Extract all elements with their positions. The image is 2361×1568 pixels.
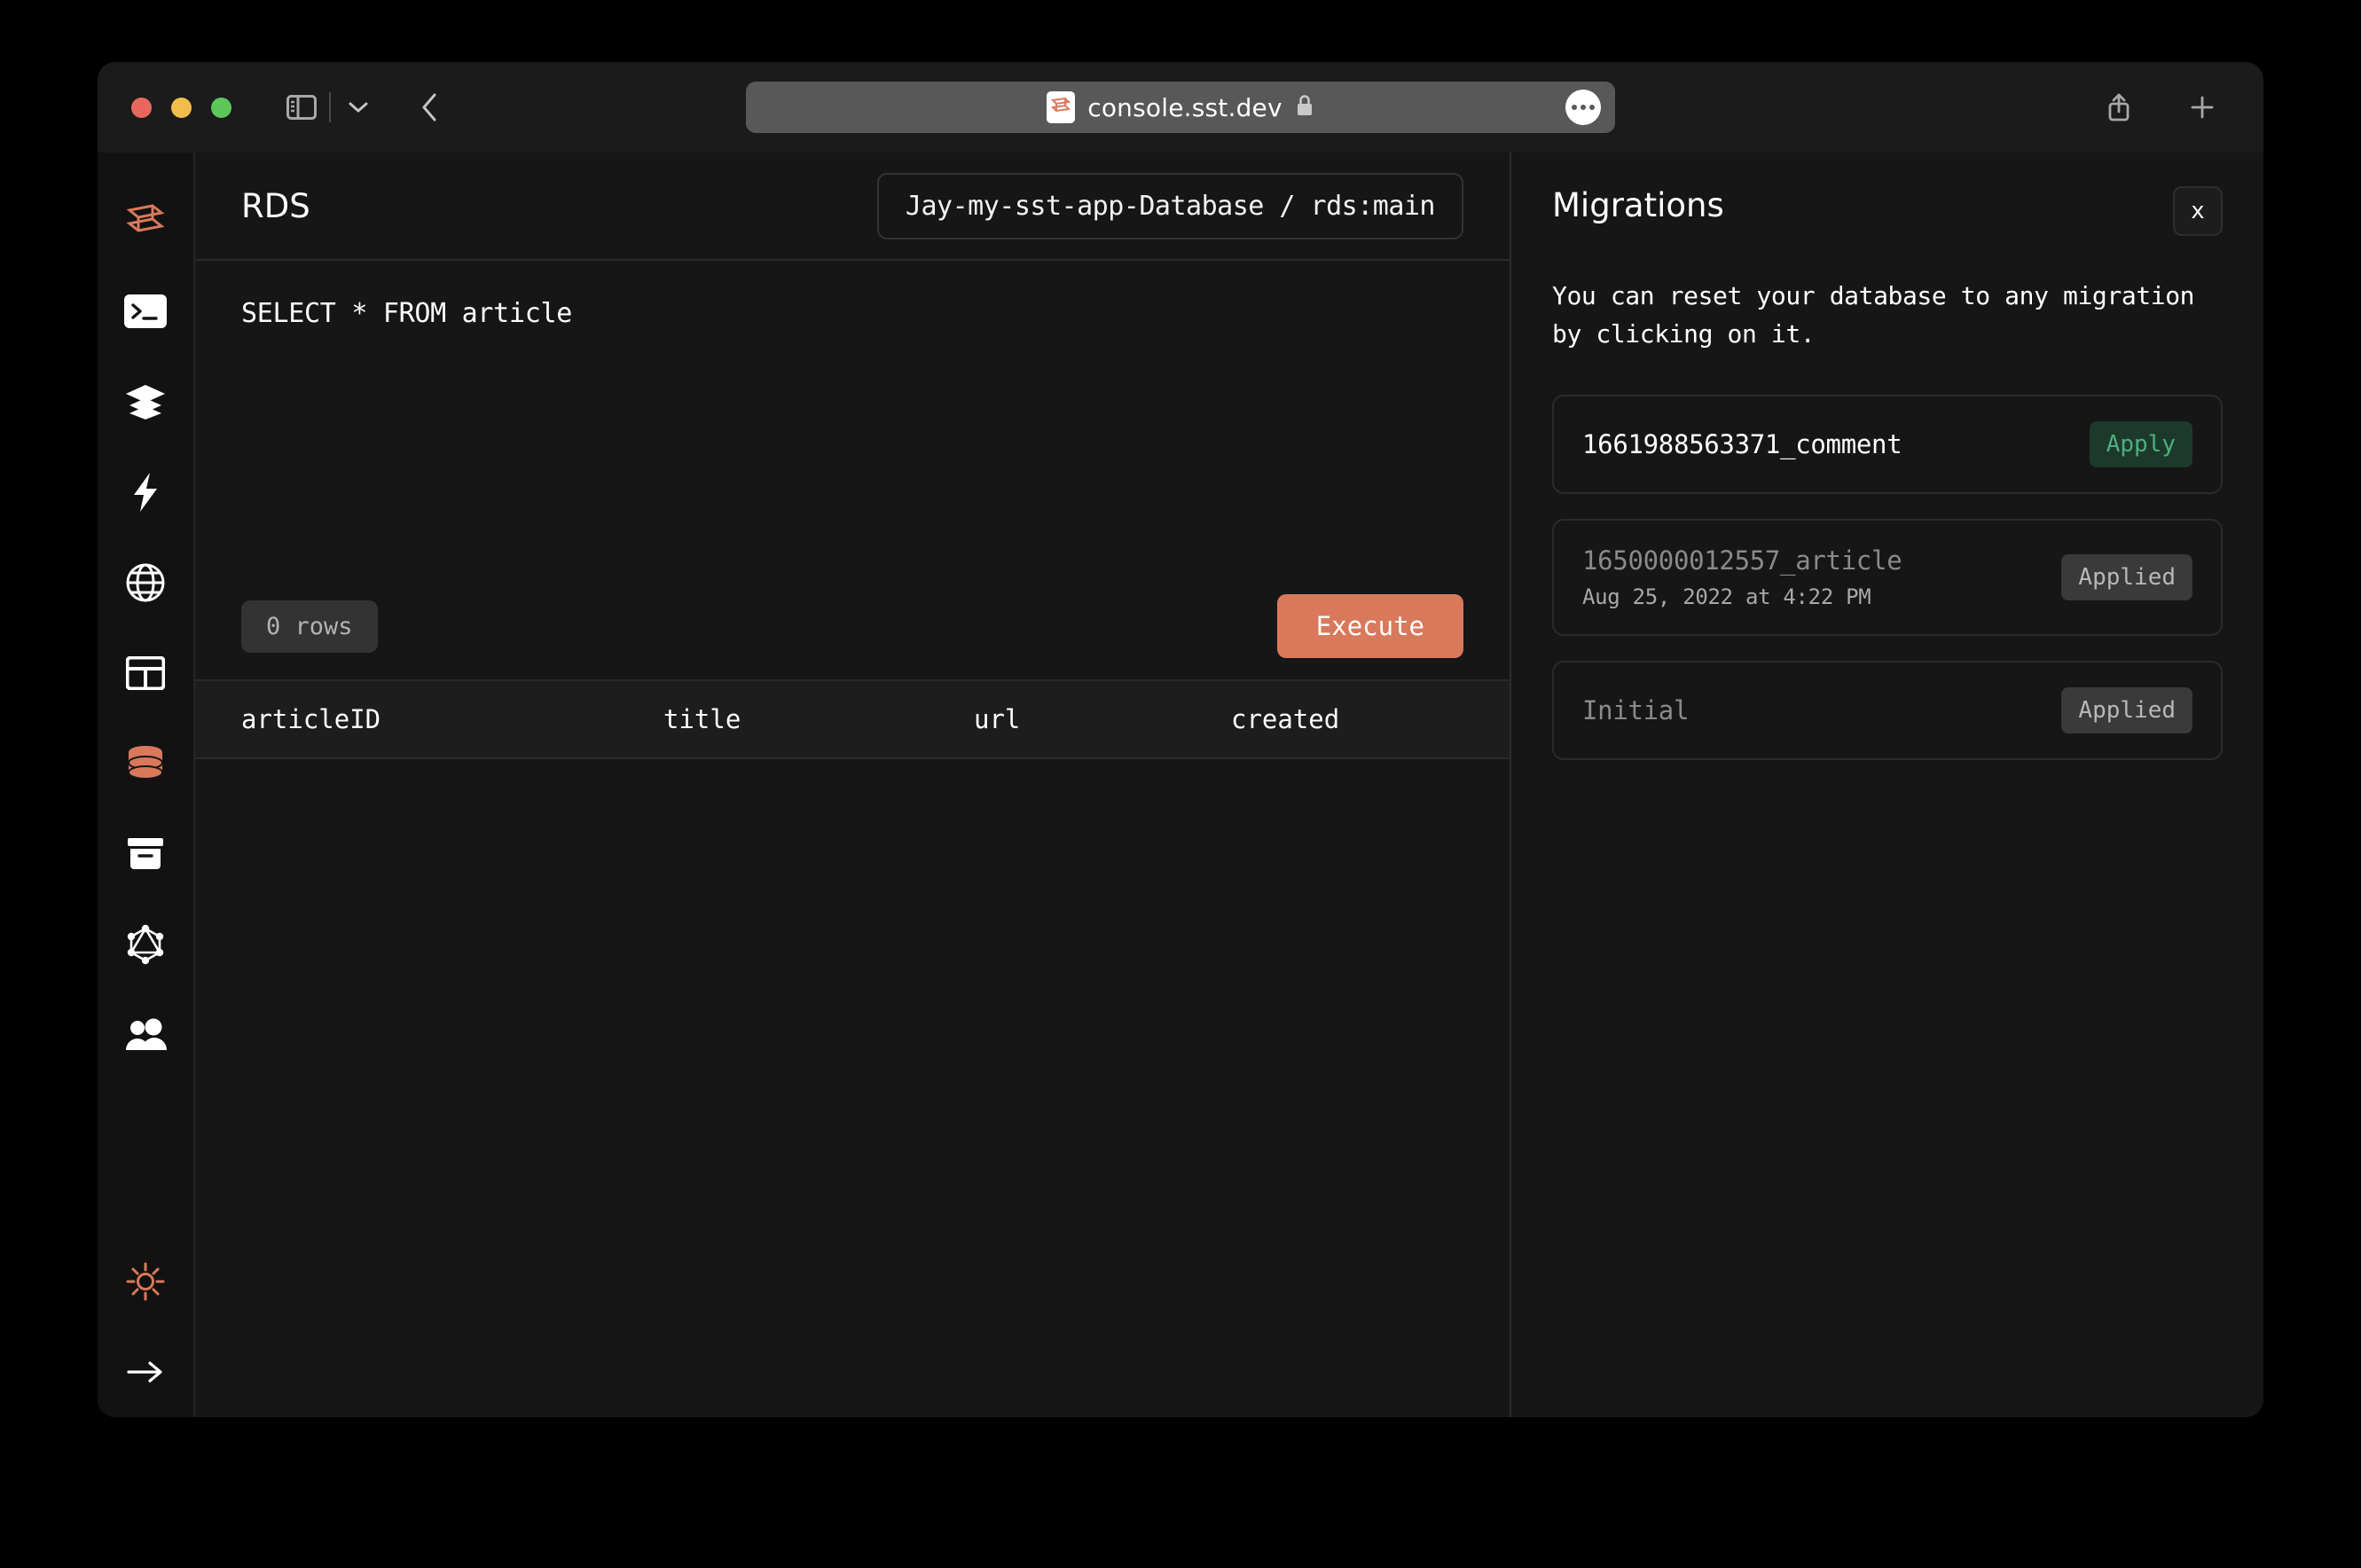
results-table-body <box>195 759 1510 1417</box>
chevron-down-icon[interactable] <box>338 87 379 128</box>
terminal-icon <box>124 294 167 328</box>
migration-info: Initial <box>1582 695 1689 725</box>
address-bar[interactable]: console.sst.dev <box>746 82 1615 133</box>
migrations-description: You can reset your database to any migra… <box>1552 281 2195 349</box>
sidebar-item-functions[interactable] <box>98 447 194 537</box>
migrations-panel-header: Migrations x <box>1552 186 2223 236</box>
chrome-navigation <box>281 87 450 128</box>
migrations-panel: Migrations x You can reset your database… <box>1510 153 2263 1417</box>
sidebar-item-theme-toggle[interactable] <box>98 1236 194 1327</box>
migration-name: Initial <box>1582 694 1690 725</box>
share-icon[interactable] <box>2098 87 2139 128</box>
column-header-articleid: articleID <box>241 704 381 734</box>
sql-query-text[interactable]: SELECT * FROM article <box>241 298 1463 329</box>
traffic-lights <box>131 97 231 118</box>
migration-row[interactable]: Initial Applied <box>1552 660 2223 760</box>
sidebar-item-local[interactable] <box>98 266 194 357</box>
sidebar-item-logo[interactable] <box>98 176 194 266</box>
apply-migration-button[interactable]: Apply <box>2089 420 2192 467</box>
column-header-title: title <box>663 704 741 734</box>
migration-name: 1661988563371_comment <box>1582 428 1902 459</box>
rows-count-badge: 0 rows <box>241 600 378 653</box>
query-action-bar: 0 rows Execute <box>195 573 1510 679</box>
table-icon <box>126 656 165 690</box>
sidebar-item-cognito[interactable] <box>98 990 194 1080</box>
plus-icon[interactable] <box>2182 87 2223 128</box>
bucket-icon <box>128 838 163 869</box>
main-content: RDS Jay-my-sst-app-Database / rds:main S… <box>195 153 1510 1417</box>
sidebar-item-api[interactable] <box>98 537 194 628</box>
execute-button[interactable]: Execute <box>1276 594 1463 658</box>
url-text: console.sst.dev <box>1087 92 1282 122</box>
migration-date: Aug 25, 2022 at 4:22 PM <box>1582 584 1871 609</box>
migration-row[interactable]: 1661988563371_comment Apply <box>1552 394 2223 494</box>
app-body: RDS Jay-my-sst-app-Database / rds:main S… <box>98 153 2263 1417</box>
lock-icon <box>1295 93 1314 122</box>
arrow-right-icon <box>127 1361 162 1383</box>
content-topbar: RDS Jay-my-sst-app-Database / rds:main <box>195 153 1510 261</box>
sidebar-item-buckets[interactable] <box>98 809 194 899</box>
stack-icon <box>126 385 165 419</box>
sst-logo-icon <box>126 204 165 232</box>
migration-name: 1650000012557_article <box>1582 545 1902 576</box>
sidebar-item-rds[interactable] <box>98 718 194 809</box>
sst-logo-icon <box>1047 91 1076 123</box>
sidebar-item-expand[interactable] <box>98 1327 194 1417</box>
database-breadcrumb[interactable]: Jay-my-sst-app-Database / rds:main <box>876 172 1463 239</box>
close-panel-button[interactable]: x <box>2173 186 2223 236</box>
migration-status-badge: Applied <box>2061 686 2192 733</box>
browser-window: console.sst.dev RDS Jay-my-sst-app-Datab… <box>98 62 2263 1417</box>
minimize-window-button[interactable] <box>171 97 192 118</box>
browser-chrome: console.sst.dev <box>98 62 2263 153</box>
close-window-button[interactable] <box>131 97 152 118</box>
sql-editor[interactable]: SELECT * FROM article <box>195 261 1510 573</box>
divider <box>329 92 331 122</box>
migration-status-badge: Applied <box>2061 553 2192 600</box>
back-button-icon[interactable] <box>409 87 450 128</box>
database-icon <box>128 746 163 780</box>
sidebar-item-graphql[interactable] <box>98 899 194 990</box>
maximize-window-button[interactable] <box>211 97 231 118</box>
migration-info: 1650000012557_article Aug 25, 2022 at 4:… <box>1582 545 1902 609</box>
migrations-title: Migrations <box>1552 186 1724 224</box>
migration-info: 1661988563371_comment <box>1582 429 1902 459</box>
globe-icon <box>126 563 165 602</box>
app-sidebar <box>98 153 195 1417</box>
migration-row[interactable]: 1650000012557_article Aug 25, 2022 at 4:… <box>1552 518 2223 636</box>
page-title: RDS <box>241 186 310 225</box>
sidebar-item-stacks[interactable] <box>98 357 194 447</box>
sidebar-item-dynamodb[interactable] <box>98 628 194 718</box>
lightning-icon <box>134 473 157 512</box>
column-header-url: url <box>974 704 1021 734</box>
ellipsis-icon[interactable] <box>1565 90 1601 125</box>
sidebar-toggle-icon[interactable] <box>281 87 322 128</box>
graphql-icon <box>127 924 164 965</box>
chrome-right-controls <box>2098 87 2223 128</box>
sun-icon <box>126 1262 165 1301</box>
results-table-header: articleID title url created <box>195 679 1510 759</box>
column-header-created: created <box>1231 704 1340 734</box>
users-icon <box>126 1018 167 1050</box>
